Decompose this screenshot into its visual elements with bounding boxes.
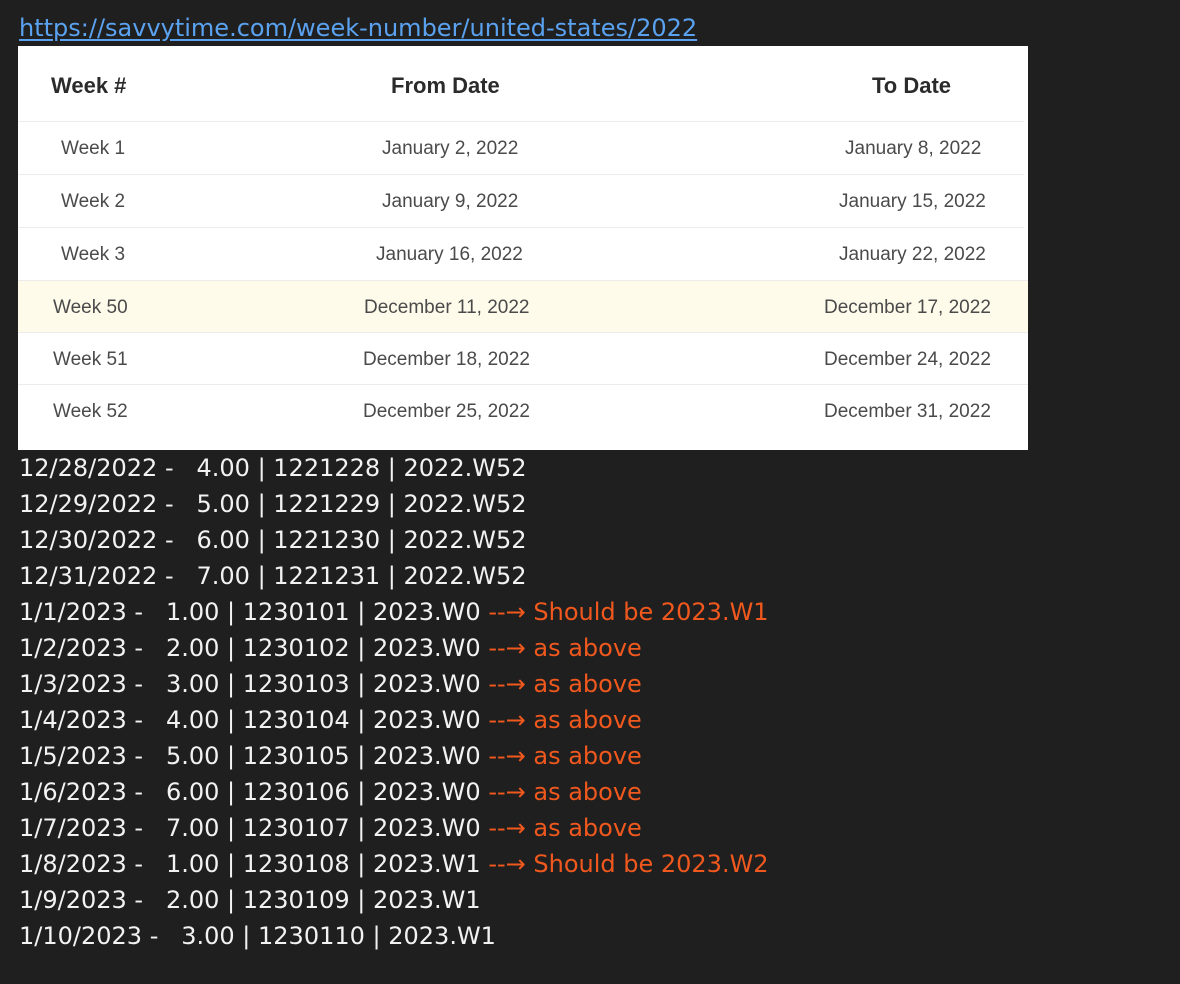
- log-text: 1/4/2023 - 4.00 | 1230104 | 2023.W0: [19, 706, 489, 734]
- week-cell: Week 52: [53, 401, 128, 422]
- from-date-cell: January 2, 2022: [382, 138, 519, 159]
- log-annotation: --→ as above: [488, 778, 642, 806]
- log-line: 1/2/2023 - 2.00 | 1230102 | 2023.W0 --→ …: [19, 630, 769, 666]
- to-date-cell: January 15, 2022: [839, 191, 986, 212]
- table-row: Week 1 January 2, 2022 January 8, 2022: [18, 121, 1024, 174]
- log-line: 1/9/2023 - 2.00 | 1230109 | 2023.W1: [19, 882, 769, 918]
- table-row: Week 51 December 18, 2022 December 24, 2…: [18, 332, 1028, 385]
- week-cell: Week 51: [53, 349, 128, 370]
- to-date-cell: December 17, 2022: [824, 297, 991, 318]
- week-number-log: 12/28/2022 - 4.00 | 1221228 | 2022.W52 1…: [19, 450, 769, 954]
- log-annotation: --→ as above: [488, 634, 642, 662]
- log-line: 1/10/2023 - 3.00 | 1230110 | 2023.W1: [19, 918, 769, 954]
- log-line: 1/4/2023 - 4.00 | 1230104 | 2023.W0 --→ …: [19, 702, 769, 738]
- to-date-cell: December 31, 2022: [824, 401, 991, 422]
- header-from-date: From Date: [391, 73, 500, 98]
- log-text: 1/9/2023 - 2.00 | 1230109 | 2023.W1: [19, 886, 481, 914]
- log-line: 12/30/2022 - 6.00 | 1221230 | 2022.W52: [19, 522, 769, 558]
- table-row: Week 2 January 9, 2022 January 15, 2022: [18, 174, 1024, 227]
- log-line: 1/6/2023 - 6.00 | 1230106 | 2023.W0 --→ …: [19, 774, 769, 810]
- log-text: 1/10/2023 - 3.00 | 1230110 | 2023.W1: [19, 922, 496, 950]
- log-text: 1/7/2023 - 7.00 | 1230107 | 2023.W0: [19, 814, 489, 842]
- week-number-table: Week # From Date To Date Week 1 January …: [18, 46, 1028, 450]
- log-line: 12/28/2022 - 4.00 | 1221228 | 2022.W52: [19, 450, 769, 486]
- log-text: 1/3/2023 - 3.00 | 1230103 | 2023.W0: [19, 670, 489, 698]
- log-line: 1/1/2023 - 1.00 | 1230101 | 2023.W0 --→ …: [19, 594, 769, 630]
- log-line: 1/7/2023 - 7.00 | 1230107 | 2023.W0 --→ …: [19, 810, 769, 846]
- log-text: 12/28/2022 - 4.00 | 1221228 | 2022.W52: [19, 454, 527, 482]
- log-text: 1/5/2023 - 5.00 | 1230105 | 2023.W0: [19, 742, 489, 770]
- log-annotation: --→ as above: [488, 670, 642, 698]
- log-text: 12/31/2022 - 7.00 | 1221231 | 2022.W52: [19, 562, 527, 590]
- log-line: 12/31/2022 - 7.00 | 1221231 | 2022.W52: [19, 558, 769, 594]
- week-cell: Week 50: [53, 297, 128, 318]
- log-text: 12/30/2022 - 6.00 | 1221230 | 2022.W52: [19, 526, 527, 554]
- log-annotation: --→ as above: [488, 742, 642, 770]
- log-line: 1/5/2023 - 5.00 | 1230105 | 2023.W0 --→ …: [19, 738, 769, 774]
- log-line: 1/3/2023 - 3.00 | 1230103 | 2023.W0 --→ …: [19, 666, 769, 702]
- log-text: 1/8/2023 - 1.00 | 1230108 | 2023.W1: [19, 850, 489, 878]
- header-week: Week #: [51, 73, 127, 98]
- table-row: Week 52 December 25, 2022 December 31, 2…: [18, 384, 1028, 437]
- from-date-cell: January 9, 2022: [382, 191, 519, 212]
- to-date-cell: January 22, 2022: [839, 244, 986, 265]
- week-cell: Week 3: [61, 244, 126, 265]
- table-row-highlighted: Week 50 December 11, 2022 December 17, 2…: [18, 280, 1028, 333]
- log-annotation: --→ as above: [488, 706, 642, 734]
- header-to-date: To Date: [872, 73, 952, 98]
- from-date-cell: December 25, 2022: [363, 401, 530, 422]
- to-date-cell: December 24, 2022: [824, 349, 991, 370]
- log-text: 12/29/2022 - 5.00 | 1221229 | 2022.W52: [19, 490, 527, 518]
- from-date-cell: December 11, 2022: [364, 297, 530, 318]
- log-text: 1/6/2023 - 6.00 | 1230106 | 2023.W0: [19, 778, 489, 806]
- source-link[interactable]: https://savvytime.com/week-number/united…: [19, 12, 697, 44]
- log-annotation: --→ Should be 2023.W2: [488, 850, 769, 878]
- log-text: 1/1/2023 - 1.00 | 1230101 | 2023.W0: [19, 598, 489, 626]
- log-annotation: --→ Should be 2023.W1: [488, 598, 769, 626]
- table-row: Week 3 January 16, 2022 January 22, 2022: [18, 227, 1024, 280]
- log-text: 1/2/2023 - 2.00 | 1230102 | 2023.W0: [19, 634, 489, 662]
- log-annotation: --→ as above: [488, 814, 642, 842]
- from-date-cell: January 16, 2022: [376, 244, 523, 265]
- log-line: 1/8/2023 - 1.00 | 1230108 | 2023.W1 --→ …: [19, 846, 769, 882]
- week-cell: Week 1: [61, 138, 126, 159]
- week-cell: Week 2: [61, 191, 126, 212]
- log-line: 12/29/2022 - 5.00 | 1221229 | 2022.W52: [19, 486, 769, 522]
- from-date-cell: December 18, 2022: [363, 349, 530, 370]
- to-date-cell: January 8, 2022: [845, 138, 982, 159]
